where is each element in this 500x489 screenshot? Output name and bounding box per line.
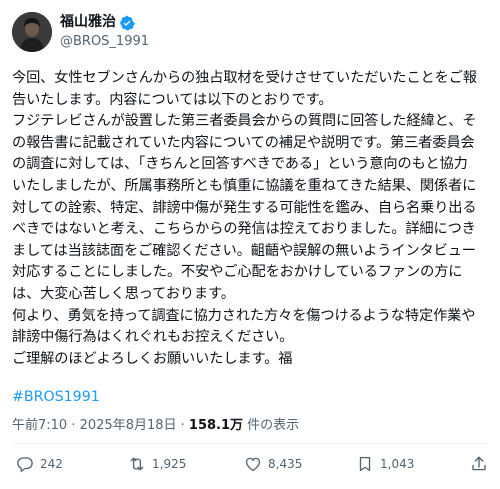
post-time[interactable]: 午前7:10 [12,418,67,433]
author-display-name[interactable]: 福山雅治 [60,13,116,32]
avatar-photo-icon [12,12,52,52]
post-text-line: ましては当該誌面をご確認ください。齟齬や誤解の無いようインタビュー [12,242,476,259]
post-text-line: の報告書に記載されていた内容についての補足や説明です。第三者委員会 [12,134,475,151]
heart-icon [245,457,261,472]
reply-button[interactable]: 242 [16,452,63,476]
author-info: 福山雅治 @BROS_1991 [60,13,149,51]
hashtag-link[interactable]: #BROS1991 [12,387,100,407]
share-icon [472,456,486,471]
bookmark-icon [359,456,371,472]
post-text-line: の調査に対しては、「きちんと回答すべきである」という意向のもと協力 [12,156,468,173]
name-row: 福山雅治 [60,13,149,32]
views-label: 件の表示 [243,418,300,433]
verified-badge-icon [119,15,135,31]
post-text-line: 対しての詮索、特定、誹謗中傷が発生する可能性を鑑み、自ら名乗り出る [12,199,477,216]
author-handle[interactable]: @BROS_1991 [60,33,149,51]
avatar[interactable] [12,12,52,52]
post-text-line: ご理解のほどよろしくお願いいたします。福 [12,350,293,367]
post-date[interactable]: 2025年8月18日 [80,418,177,433]
like-button[interactable]: 8,435 [244,452,302,476]
retweet-button[interactable]: 1,925 [128,452,186,476]
meta-separator: · [176,418,189,433]
post-text-line: 今回、女性セブンさんからの独占取材を受けさせていただいたことをご報 [12,70,477,86]
post-text-line: フジテレビさんが設置した第三者委員会からの質問に回答した経緯と、そ [12,113,477,130]
post-text-line: 告いたします。内容については以下のとおりです。 [12,91,333,108]
bookmark-button[interactable]: 1,043 [356,452,414,476]
post-meta: 午前7:10 · 2025年8月18日 · 158.1万 件の表示 [12,416,299,436]
post-text-line: いたしましたが、所属事務所とも慎重に協議を重ねてきた結果、関係者に [12,177,477,194]
retweet-count: 1,925 [152,457,187,471]
share-button[interactable] [470,452,488,476]
post-text: 今回、女性セブンさんからの独占取材を受けさせていただいたことをご報 告いたします… [12,68,488,370]
reply-count: 242 [40,457,63,471]
views-count: 158.1万 [188,418,244,433]
post-text-line: べきではないと考え、こちらからの発信は控えておりました。詳細につき [12,221,476,238]
reply-icon [17,457,33,473]
meta-separator: · [67,418,80,433]
action-bar: 242 1,925 8,435 1,043 [12,452,488,476]
post-text-line: 何より、勇気を持って調査に協力された方々を傷つけるような特定作業や [12,307,476,324]
retweet-icon [130,457,144,471]
bookmark-count: 1,043 [380,457,415,471]
post-text-line: 対応することにしました。不安やご心配をおかけしているファンの方に [12,264,463,281]
post-text-line: は、大変心苦しく思っております。 [12,285,235,302]
post-text-line: 誹謗中傷行為はくれぐれもお控えください。 [12,329,294,346]
divider [12,443,488,444]
post-header: 福山雅治 @BROS_1991 [12,12,488,52]
like-count: 8,435 [268,457,303,471]
